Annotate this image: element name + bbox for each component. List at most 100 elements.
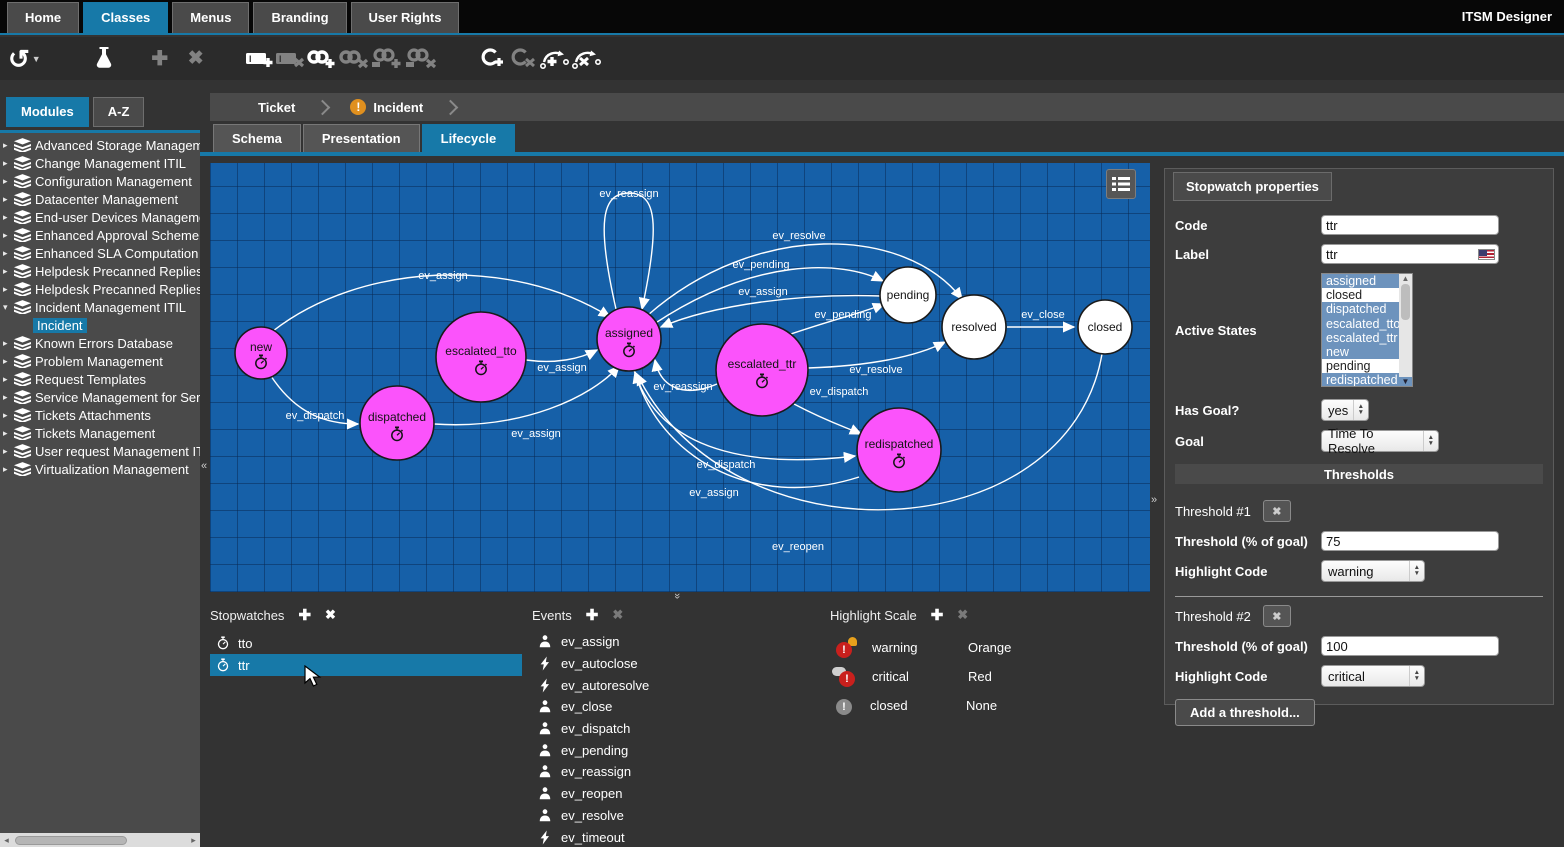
state-resolved[interactable]: resolved [942,295,1006,359]
stopwatch-item-ttr[interactable]: ttr [210,654,522,676]
expand-arrow-icon[interactable]: ▸ [3,248,14,259]
highlight-item-critical[interactable]: ! critical Red [830,662,1140,691]
canvas-collapse-handle[interactable]: » [671,593,683,597]
expand-arrow-icon[interactable]: ▸ [3,392,14,403]
add-button[interactable]: ✚ [145,42,175,76]
sidebar-item-tickets-attachments[interactable]: ▸Tickets Attachments [0,406,200,424]
state-escalated-ttr[interactable]: escalated_ttr [716,324,808,416]
sidebar-item-virtualization[interactable]: ▸Virtualization Management [0,460,200,478]
state-closed[interactable]: closed [1078,300,1132,354]
diagram-legend-button[interactable] [1106,169,1136,199]
scroll-up-icon[interactable]: ▲ [1402,274,1410,283]
expand-arrow-icon[interactable]: ▸ [3,464,14,475]
active-state-option[interactable]: redispatched [1322,373,1399,386]
sidebar-item-advanced-storage[interactable]: ▸Advanced Storage Management [0,136,200,154]
nav-classes[interactable]: Classes [83,2,168,33]
expand-arrow-icon[interactable]: ▸ [3,446,14,457]
sidebar-item-problem-mgmt[interactable]: ▸Problem Management [0,352,200,370]
add-field-button[interactable]: I [245,42,275,76]
expand-arrow-icon[interactable]: ▸ [3,266,14,277]
delete-transition-button[interactable] [571,42,603,76]
sidebar-item-enhanced-sla[interactable]: ▸Enhanced SLA Computation [0,244,200,262]
sidebar-item-helpdesk-replies-1[interactable]: ▸Helpdesk Precanned Replies [0,262,200,280]
active-state-option[interactable]: new [1322,345,1399,359]
sidebar-collapse-handle[interactable]: « [201,460,205,472]
nav-branding[interactable]: Branding [253,2,346,33]
label-input[interactable] [1321,244,1499,264]
expand-arrow-icon[interactable]: ▸ [3,428,14,439]
expand-arrow-icon[interactable]: ▸ [3,338,14,349]
expand-arrow-icon[interactable]: ▸ [3,374,14,385]
sidebar-item-enhanced-approval[interactable]: ▸Enhanced Approval Scheme [0,226,200,244]
scrollbar-thumb[interactable] [1401,284,1410,320]
collapse-arrow-icon[interactable]: ▾ [3,302,14,313]
test-mode-flask-button[interactable] [89,42,119,76]
sidebar-item-datacenter[interactable]: ▸Datacenter Management [0,190,200,208]
state-assigned[interactable]: assigned [597,307,661,371]
sidebar-horizontal-scrollbar[interactable]: ◂ ▸ [0,833,200,847]
add-highlight-button[interactable]: ✚ [931,606,944,624]
sidebar-item-known-errors[interactable]: ▸Known Errors Database [0,334,200,352]
state-redispatched[interactable]: redispatched [857,408,941,492]
active-state-option[interactable]: escalated_ttr [1322,331,1399,345]
remove-threshold-1-button[interactable]: ✖ [1263,500,1291,522]
active-state-option[interactable]: pending [1322,359,1399,373]
has-goal-select[interactable]: yes ▲▼ [1321,399,1369,421]
sidebar-item-service-mgmt[interactable]: ▸Service Management for Service Provider… [0,388,200,406]
sidebar-item-incident-mgmt[interactable]: ▾Incident Management ITIL [0,298,200,316]
delete-linkset-button[interactable] [403,42,437,76]
sidebar-item-config-mgmt[interactable]: ▸Configuration Management [0,172,200,190]
highlight-item-closed[interactable]: ! closed None [830,691,1140,720]
add-stopwatch-button[interactable]: ✚ [298,606,311,624]
breadcrumb-incident[interactable]: Incident [373,100,431,115]
add-event-button[interactable]: ✚ [586,606,599,624]
tab-schema[interactable]: Schema [213,124,301,153]
event-item[interactable]: ev_reopen [532,783,822,805]
expand-arrow-icon[interactable]: ▸ [3,140,14,151]
threshold-1-highlight-select[interactable]: warning ▲▼ [1321,560,1425,582]
event-item[interactable]: ev_pending [532,739,822,761]
active-state-option[interactable]: dispatched [1322,302,1399,316]
event-item[interactable]: ev_assign [532,631,822,653]
state-escalated-tto[interactable]: escalated_tto [436,312,526,402]
code-input[interactable] [1321,215,1499,235]
sidebar-item-enduser-devices[interactable]: ▸End-user Devices Management [0,208,200,226]
sidebar-tab-az[interactable]: A-Z [93,97,145,127]
delete-button[interactable]: ✖ [181,42,211,76]
threshold-2-highlight-select[interactable]: critical ▲▼ [1321,665,1425,687]
active-states-listbox[interactable]: assigned closed dispatched escalated_tto… [1321,273,1413,387]
nav-menus[interactable]: Menus [172,2,249,33]
active-state-option[interactable]: escalated_tto [1322,317,1399,331]
nav-home[interactable]: Home [7,2,79,33]
add-state-button[interactable] [479,42,509,76]
transition-labels[interactable]: ev_assign ev_reassign ev_resolve ev_pend… [286,188,1065,553]
state-new[interactable]: new [235,327,287,379]
stopwatch-item-tto[interactable]: tto [210,632,522,654]
expand-arrow-icon[interactable]: ▸ [3,194,14,205]
threshold-2-percent-input[interactable] [1321,636,1499,656]
delete-link-button[interactable] [337,42,369,76]
undo-dropdown-icon[interactable]: ▼ [32,54,41,64]
add-transition-button[interactable] [539,42,571,76]
add-link-button[interactable] [305,42,337,76]
properties-collapse-handle[interactable]: » [1151,494,1155,506]
scrollbar-thumb[interactable] [15,836,127,845]
delete-state-button[interactable] [509,42,539,76]
add-threshold-button[interactable]: Add a threshold... [1175,699,1315,726]
expand-arrow-icon[interactable]: ▸ [3,284,14,295]
threshold-1-percent-input[interactable] [1321,531,1499,551]
delete-field-button[interactable]: I [275,42,305,76]
sidebar-item-tickets-mgmt[interactable]: ▸Tickets Management [0,424,200,442]
state-pending[interactable]: pending [880,267,936,323]
nav-user-rights[interactable]: User Rights [351,2,460,33]
event-item[interactable]: ev_timeout [532,826,822,847]
event-item[interactable]: ev_close [532,696,822,718]
delete-stopwatch-button[interactable]: ✖ [325,607,336,623]
event-item[interactable]: ev_reassign [532,761,822,783]
expand-arrow-icon[interactable]: ▸ [3,158,14,169]
sidebar-item-user-request-mgmt[interactable]: ▸User request Management ITIL [0,442,200,460]
expand-arrow-icon[interactable]: ▸ [3,176,14,187]
event-item[interactable]: ev_dispatch [532,718,822,740]
sidebar-item-request-templates[interactable]: ▸Request Templates [0,370,200,388]
active-state-option[interactable]: assigned [1322,274,1399,288]
